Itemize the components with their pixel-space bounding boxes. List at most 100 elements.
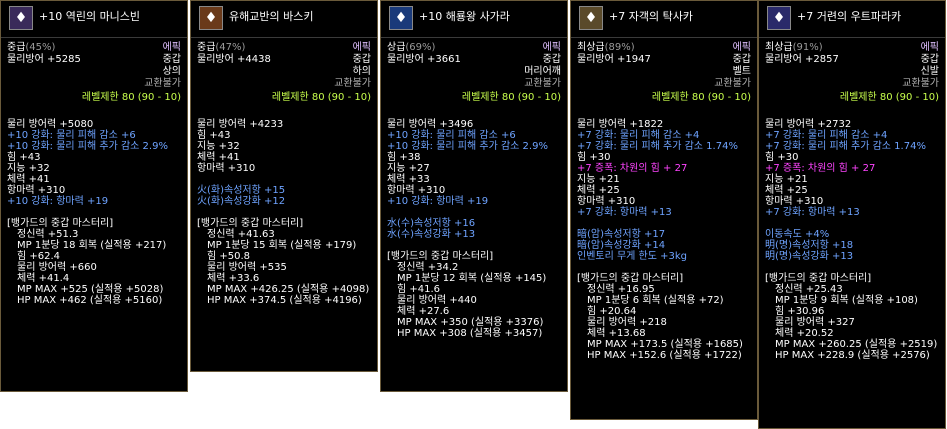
stat-list: 물리 방어력 +2732 +7 강화: 물리 피해 감소 +4 +7 강화: 물… <box>759 119 945 262</box>
stat-line: 지능 +32 <box>197 141 240 152</box>
mastery-line: 물리 방어력 +218 <box>587 317 667 328</box>
stat-list: 물리 방어력 +3496 +10 강화: 물리 피해 감소 +6 +10 강화:… <box>381 119 567 240</box>
level-limit: 레벨제한 80 (90 - 10) <box>271 92 371 103</box>
mastery-line: 물리 방어력 +327 <box>775 317 855 328</box>
mastery-line: 체력 +33.6 <box>207 273 260 284</box>
item-name: +7 거련의 우트파라카 <box>797 10 902 23</box>
mastery-line: 정신력 +34.2 <box>397 262 459 273</box>
item-defense: 물리방어 +3661 <box>387 54 461 65</box>
equip-slot: 상의 <box>162 66 181 77</box>
equip-slot: 머리어깨 <box>524 66 561 77</box>
stat-line: 힘 +30 <box>577 152 611 163</box>
item-tooltip-5: ♦ +7 거련의 우트파라카 최상급(91%) 에픽 물리방어 +2857 중갑… <box>758 0 946 429</box>
mastery-line: HP MAX +228.9 (실적용 +2576) <box>775 350 930 361</box>
trade-status: 교환불가 <box>144 78 181 89</box>
stat-line: 물리 방어력 +5080 <box>7 119 94 130</box>
item-defense: 물리방어 +5285 <box>7 54 81 65</box>
equip-slot: 신발 <box>920 66 939 77</box>
item-meta: 최상급(89%) 에픽 물리방어 +1947 중갑 벨트 교환불가 레벨제한 8… <box>571 38 757 108</box>
item-grade: 중급(47%) <box>197 42 245 54</box>
item-meta: 최상급(91%) 에픽 물리방어 +2857 중갑 신발 교환불가 레벨제한 8… <box>759 38 945 108</box>
armor-icon: ♦ <box>199 6 223 30</box>
item-tooltip-4: ♦ +7 자객의 탁사카 최상급(89%) 에픽 물리방어 +1947 중갑 벨… <box>570 0 758 420</box>
trade-status: 교환불가 <box>524 78 561 89</box>
stat-line: +10 강화: 물리 피해 감소 +6 <box>387 130 516 141</box>
stat-line: +7 강화: 물리 피해 감소 +4 <box>577 130 700 141</box>
mastery-line: HP MAX +374.5 (실적용 +4196) <box>207 295 362 306</box>
stat-line: 힘 +30 <box>765 152 799 163</box>
equip-slot: 하의 <box>352 66 371 77</box>
stat-line: +7 강화: 물리 피해 추가 감소 1.74% <box>765 141 926 152</box>
stat-line: 지능 +21 <box>765 174 808 185</box>
grade-label: 상급 <box>387 42 406 53</box>
tooltip-header: ♦ +10 해룡왕 사가라 <box>381 1 567 38</box>
stat-line: 힘 +43 <box>7 152 41 163</box>
armor-icon: ♦ <box>767 6 791 30</box>
stat-line: +10 강화: 항마력 +19 <box>7 196 109 207</box>
stat-line: 체력 +41 <box>7 174 50 185</box>
level-limit: 레벨제한 80 (90 - 10) <box>839 92 939 103</box>
stat-line: +10 강화: 물리 피해 감소 +6 <box>7 130 136 141</box>
mastery-line: 물리 방어력 +660 <box>17 262 97 273</box>
stat-line: 지능 +32 <box>7 163 50 174</box>
mastery-line: MP MAX +260.25 (실적용 +2519) <box>775 339 938 350</box>
armor-icon: ♦ <box>579 6 603 30</box>
grade-label: 최상급 <box>577 42 605 53</box>
tooltip-header: ♦ +7 자객의 탁사카 <box>571 1 757 38</box>
stat-line: 항마력 +310 <box>197 163 256 174</box>
mastery-line: MP MAX +525 (실적용 +5028) <box>17 284 164 295</box>
item-defense: 물리방어 +4438 <box>197 54 271 65</box>
mastery-section: [뱅가드의 중갑 마스터리] 정신력 +41.63 MP 1분당 15 회복 (… <box>191 218 377 306</box>
item-name: 유해교반의 바스키 <box>229 10 314 23</box>
stat-line: +10 강화: 물리 피해 추가 감소 2.9% <box>7 141 168 152</box>
mastery-line: MP 1분당 9 회복 (실적용 +108) <box>775 295 918 306</box>
stat-line: 물리 방어력 +3496 <box>387 119 474 130</box>
item-meta: 상급(69%) 에픽 물리방어 +3661 중갑 머리어깨 교환불가 레벨제한 … <box>381 38 567 108</box>
mastery-line: HP MAX +308 (실적용 +3457) <box>397 328 543 339</box>
equip-slot: 벨트 <box>732 66 751 77</box>
mastery-line: 체력 +41.4 <box>17 273 70 284</box>
tooltip-header: ♦ +10 역린의 마니스빈 <box>1 1 187 38</box>
stat-line: 인벤토리 무게 한도 +3kg <box>577 251 688 262</box>
grade-percent: (69%) <box>405 42 436 53</box>
armor-icon: ♦ <box>9 6 33 30</box>
mastery-line: MP 1분당 18 회복 (실적용 +217) <box>17 240 167 251</box>
mastery-line: 물리 방어력 +440 <box>397 295 477 306</box>
grade-percent: (91%) <box>792 42 823 53</box>
item-rarity: 에픽 <box>542 42 561 53</box>
grade-label: 최상급 <box>765 42 793 53</box>
level-limit: 레벨제한 80 (90 - 10) <box>651 92 751 103</box>
stat-line <box>577 218 757 229</box>
mastery-line: MP MAX +426.25 (실적용 +4098) <box>207 284 370 295</box>
stat-line: 체력 +25 <box>577 185 620 196</box>
stat-line: 힘 +43 <box>197 130 231 141</box>
stat-line: 暗(암)속성저항 +17 <box>577 229 666 240</box>
grade-label: 중급 <box>197 42 216 53</box>
stat-line: 체력 +41 <box>197 152 240 163</box>
stat-line <box>387 207 567 218</box>
mastery-section: [뱅가드의 중갑 마스터리] 정신력 +25.43 MP 1분당 9 회복 (실… <box>759 273 945 361</box>
tooltip-header: ♦ 유해교반의 바스키 <box>191 1 377 38</box>
stat-line: 항마력 +310 <box>7 185 66 196</box>
mastery-line: MP 1분당 6 회복 (실적용 +72) <box>587 295 724 306</box>
stat-list: 물리 방어력 +1822 +7 강화: 물리 피해 감소 +4 +7 강화: 물… <box>571 119 757 262</box>
stat-line: +7 강화: 항마력 +13 <box>765 207 860 218</box>
mastery-section: [뱅가드의 중갑 마스터리] 정신력 +34.2 MP 1분당 12 회복 (실… <box>381 251 567 339</box>
mastery-line: MP 1분당 15 회복 (실적용 +179) <box>207 240 357 251</box>
mastery-line: MP MAX +173.5 (실적용 +1685) <box>587 339 743 350</box>
stat-line: +7 증폭: 차원의 힘 + 27 <box>765 163 876 174</box>
trade-status: 교환불가 <box>902 78 939 89</box>
item-defense: 물리방어 +2857 <box>765 54 839 65</box>
stat-line: 明(명)속성저항 +18 <box>765 240 854 251</box>
item-grade: 상급(69%) <box>387 42 435 54</box>
stat-line <box>197 174 377 185</box>
mastery-line: 정신력 +51.3 <box>17 229 79 240</box>
mastery-line: 체력 +27.6 <box>397 306 450 317</box>
stat-line: +7 증폭: 차원의 힘 + 27 <box>577 163 688 174</box>
stat-line: +7 강화: 항마력 +13 <box>577 207 672 218</box>
mastery-line: 정신력 +41.63 <box>207 229 275 240</box>
stat-list: 물리 방어력 +5080 +10 강화: 물리 피해 감소 +6 +10 강화:… <box>1 119 187 207</box>
mastery-line: 체력 +13.68 <box>587 328 646 339</box>
item-name: +10 역린의 마니스빈 <box>39 10 141 23</box>
armor-type: 중갑 <box>162 54 181 65</box>
